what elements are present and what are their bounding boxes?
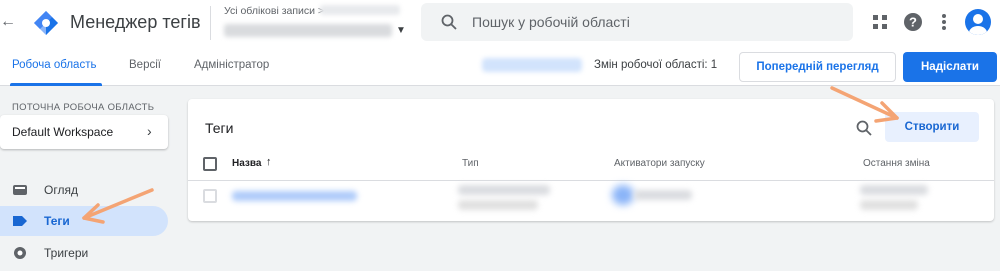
arrow-annotation-tags	[82, 188, 154, 224]
arrow-annotation-create	[830, 86, 899, 123]
annotation-arrows	[82, 86, 899, 224]
